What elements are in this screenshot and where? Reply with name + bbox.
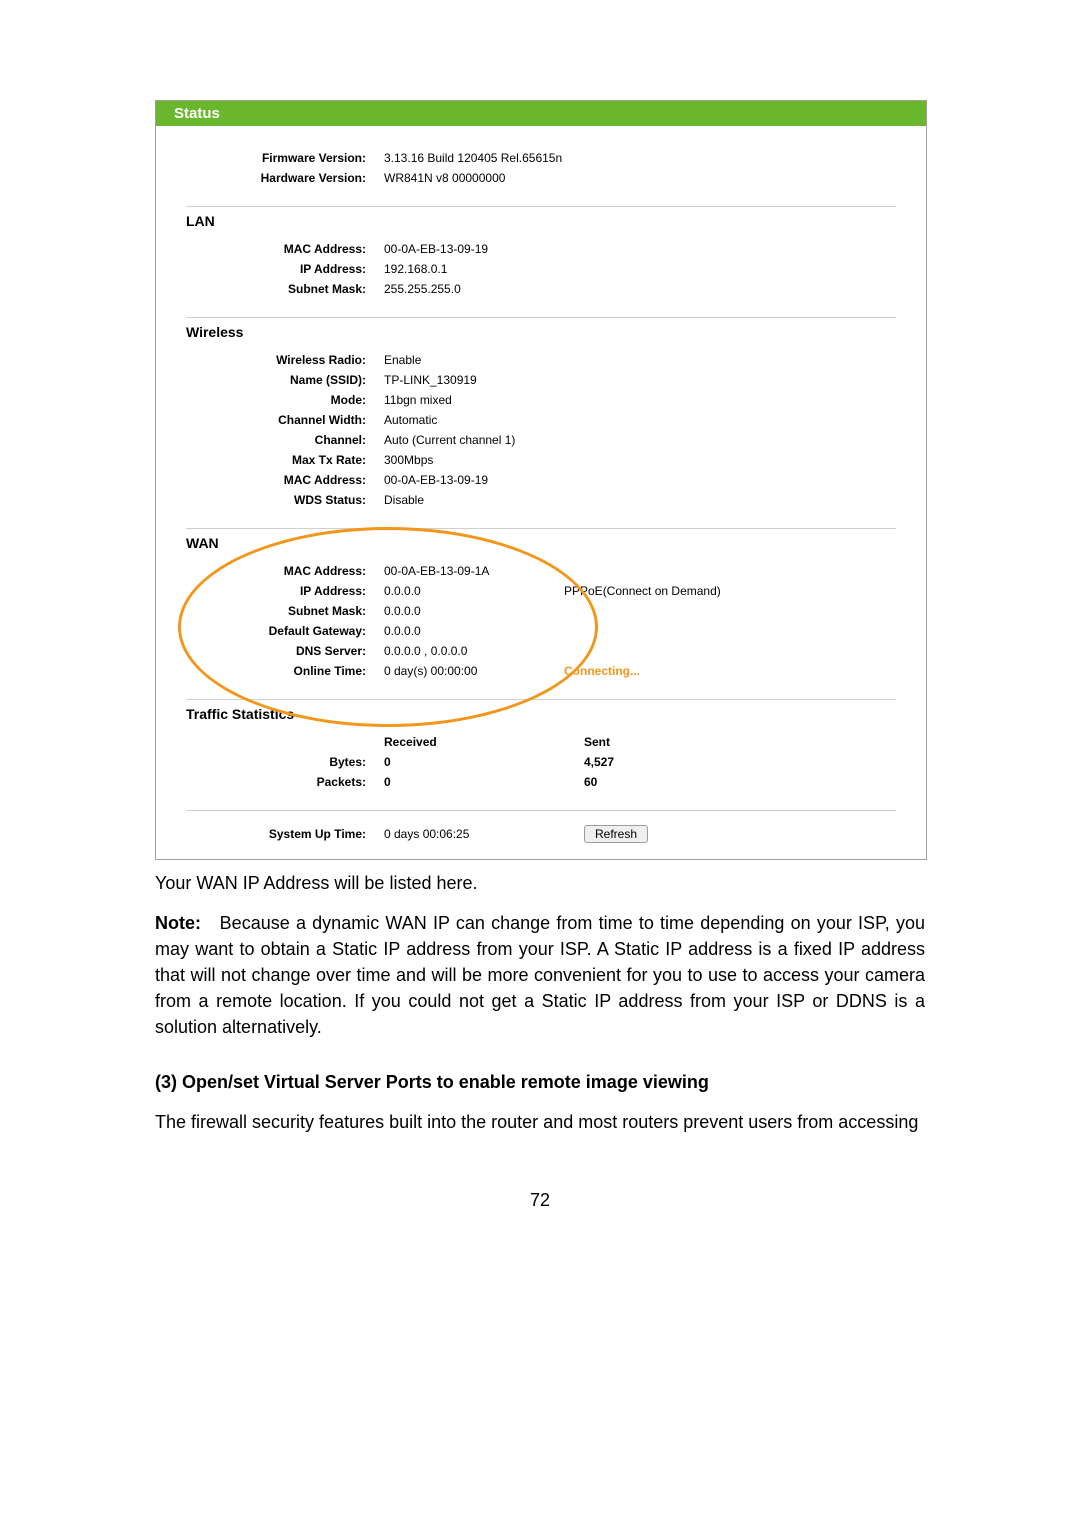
traffic-bytes-row: Bytes: 0 4,527 (186, 752, 896, 772)
wireless-channel-label: Channel: (186, 433, 384, 447)
lan-mac-row: MAC Address: 00-0A-EB-13-09-19 (186, 239, 896, 259)
hardware-version-label: Hardware Version: (186, 171, 384, 185)
wan-online-row: Online Time: 0 day(s) 00:00:00 Connectin… (186, 661, 896, 681)
traffic-packets-label: Packets: (186, 775, 384, 789)
lan-section-title: LAN (186, 213, 896, 229)
firmware-version-row: Firmware Version: 3.13.16 Build 120405 R… (186, 148, 896, 168)
wireless-mac-label: MAC Address: (186, 473, 384, 487)
wireless-channel-row: Channel: Auto (Current channel 1) (186, 430, 896, 450)
lan-subnet-row: Subnet Mask: 255.255.255.0 (186, 279, 896, 299)
wan-dns-row: DNS Server: 0.0.0.0 , 0.0.0.0 (186, 641, 896, 661)
firmware-version-value: 3.13.16 Build 120405 Rel.65615n (384, 151, 562, 165)
uptime-label: System Up Time: (186, 827, 384, 841)
wireless-radio-value: Enable (384, 353, 421, 367)
wan-ip-value: 0.0.0.0 (384, 584, 474, 598)
wan-online-value: 0 day(s) 00:00:00 (384, 664, 504, 678)
wireless-channel-value: Auto (Current channel 1) (384, 433, 515, 447)
divider (186, 317, 896, 318)
wan-gw-row: Default Gateway: 0.0.0.0 (186, 621, 896, 641)
wan-ip-row: IP Address: 0.0.0.0 PPPoE(Connect on Dem… (186, 581, 896, 601)
wireless-wds-value: Disable (384, 493, 424, 507)
wan-mac-row: MAC Address: 00-0A-EB-13-09-1A (186, 561, 896, 581)
wireless-mode-row: Mode: 11bgn mixed (186, 390, 896, 410)
hardware-version-row: Hardware Version: WR841N v8 00000000 (186, 168, 896, 188)
wireless-tx-value: 300Mbps (384, 453, 433, 467)
wireless-tx-row: Max Tx Rate: 300Mbps (186, 450, 896, 470)
wireless-radio-row: Wireless Radio: Enable (186, 350, 896, 370)
uptime-value: 0 days 00:06:25 (384, 827, 504, 841)
divider (186, 810, 896, 811)
router-status-panel: Status Firmware Version: 3.13.16 Build 1… (155, 100, 927, 860)
section-heading: (3) Open/set Virtual Server Ports to ena… (155, 1069, 925, 1095)
traffic-bytes-label: Bytes: (186, 755, 384, 769)
traffic-packets-recv: 0 (384, 775, 584, 789)
status-title: Status (174, 105, 220, 122)
traffic-sent-header: Sent (584, 735, 784, 749)
wan-subnet-value: 0.0.0.0 (384, 604, 421, 618)
lan-ip-value: 192.168.0.1 (384, 262, 447, 276)
lan-mac-label: MAC Address: (186, 242, 384, 256)
traffic-recv-header: Received (384, 735, 584, 749)
wireless-width-label: Channel Width: (186, 413, 384, 427)
wireless-radio-label: Wireless Radio: (186, 353, 384, 367)
wireless-mode-value: 11bgn mixed (384, 393, 452, 407)
wireless-tx-label: Max Tx Rate: (186, 453, 384, 467)
wireless-wds-row: WDS Status: Disable (186, 490, 896, 510)
traffic-header-row: Received Sent (186, 732, 896, 752)
status-title-bar: Status (156, 101, 926, 126)
wan-ip-type: PPPoE(Connect on Demand) (564, 584, 721, 598)
wan-section-title: WAN (186, 535, 896, 551)
wireless-ssid-value: TP-LINK_130919 (384, 373, 477, 387)
traffic-bytes-sent: 4,527 (584, 755, 784, 769)
lan-subnet-label: Subnet Mask: (186, 282, 384, 296)
wan-dns-value: 0.0.0.0 , 0.0.0.0 (384, 644, 467, 658)
refresh-button[interactable]: Refresh (584, 825, 648, 843)
traffic-section-title: Traffic Statistics (186, 706, 896, 722)
screenshot-caption: Your WAN IP Address will be listed here. (155, 870, 925, 896)
wan-subnet-row: Subnet Mask: 0.0.0.0 (186, 601, 896, 621)
wireless-section-title: Wireless (186, 324, 896, 340)
wireless-mode-label: Mode: (186, 393, 384, 407)
note-paragraph: Note: Because a dynamic WAN IP can chang… (155, 910, 925, 1040)
wireless-width-value: Automatic (384, 413, 437, 427)
traffic-packets-row: Packets: 0 60 (186, 772, 896, 792)
note-body: Because a dynamic WAN IP can change from… (155, 913, 925, 1037)
wan-gw-label: Default Gateway: (186, 624, 384, 638)
wan-mac-value: 00-0A-EB-13-09-1A (384, 564, 489, 578)
divider (186, 206, 896, 207)
lan-ip-label: IP Address: (186, 262, 384, 276)
wireless-mac-row: MAC Address: 00-0A-EB-13-09-19 (186, 470, 896, 490)
wan-online-label: Online Time: (186, 664, 384, 678)
wan-mac-label: MAC Address: (186, 564, 384, 578)
wireless-ssid-label: Name (SSID): (186, 373, 384, 387)
firmware-version-label: Firmware Version: (186, 151, 384, 165)
traffic-bytes-recv: 0 (384, 755, 584, 769)
hardware-version-value: WR841N v8 00000000 (384, 171, 505, 185)
lan-mac-value: 00-0A-EB-13-09-19 (384, 242, 488, 256)
divider (186, 699, 896, 700)
wan-dns-label: DNS Server: (186, 644, 384, 658)
uptime-row: System Up Time: 0 days 00:06:25 Refresh (186, 817, 896, 845)
wireless-wds-label: WDS Status: (186, 493, 384, 507)
wan-gw-value: 0.0.0.0 (384, 624, 421, 638)
lan-subnet-value: 255.255.255.0 (384, 282, 461, 296)
body-paragraph-2: The firewall security features built int… (155, 1109, 925, 1135)
page-number: 72 (155, 1190, 925, 1211)
divider (186, 528, 896, 529)
wan-ip-label: IP Address: (186, 584, 384, 598)
traffic-packets-sent: 60 (584, 775, 784, 789)
wireless-ssid-row: Name (SSID): TP-LINK_130919 (186, 370, 896, 390)
wireless-width-row: Channel Width: Automatic (186, 410, 896, 430)
wan-subnet-label: Subnet Mask: (186, 604, 384, 618)
wireless-mac-value: 00-0A-EB-13-09-19 (384, 473, 488, 487)
lan-ip-row: IP Address: 192.168.0.1 (186, 259, 896, 279)
note-label: Note: (155, 913, 201, 933)
wan-online-status: Connecting... (564, 664, 640, 678)
